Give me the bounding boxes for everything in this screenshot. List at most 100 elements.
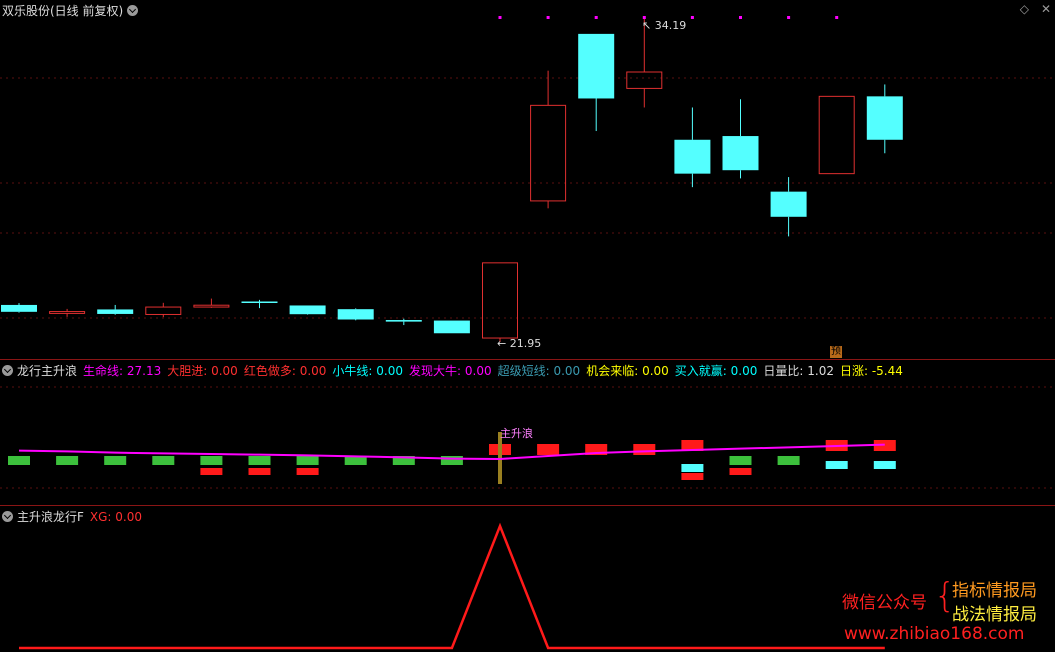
red-box	[296, 468, 319, 475]
candle-body	[337, 309, 374, 320]
watermark-line1: 微信公众号	[842, 593, 927, 613]
panel2-indicator-label: 日量比:	[763, 364, 804, 378]
green-box	[104, 456, 127, 465]
candle-body	[578, 33, 615, 99]
top-mark	[546, 16, 550, 19]
panel2-indicator: 发现大牛: 0.00	[409, 364, 492, 378]
high-price-label: ↖ 34.19	[642, 19, 687, 32]
panel2-indicators: 生命线: 27.13 大胆进: 0.00 红色做多: 0.00 小牛线: 0.00 发现…	[83, 362, 909, 379]
main-panel-header: 双乐股份(日线 前复权)	[2, 2, 142, 19]
chevron-down-icon[interactable]	[2, 511, 13, 522]
watermark-line2b: 战法情报局	[952, 605, 1037, 625]
candle-body	[241, 301, 278, 303]
red-box	[729, 468, 752, 475]
top-mark	[690, 16, 694, 19]
arrow-icon: ↖	[642, 19, 652, 32]
panel2-indicator: 日涨: -5.44	[840, 364, 903, 378]
panel2-indicator-value: -5.44	[868, 364, 903, 378]
panel2-indicator: 超级短线: 0.00	[498, 364, 581, 378]
candle-body	[1, 304, 37, 312]
red-box	[681, 473, 704, 480]
candle-body	[722, 136, 759, 171]
red-box	[248, 468, 271, 475]
candle-body	[97, 309, 134, 314]
panel2-indicator-value: 0.00	[372, 364, 404, 378]
green-box	[152, 456, 175, 465]
green-box	[8, 456, 30, 465]
window-controls: ◇ ✕	[1020, 2, 1051, 16]
green-box	[440, 456, 463, 465]
chevron-down-icon[interactable]	[127, 5, 139, 16]
panel2-indicator-value: 1.02	[803, 364, 834, 378]
watermark-url: www.zhibiao168.com	[844, 624, 1025, 644]
panel2-indicator-label: 红色做多:	[243, 364, 296, 378]
panel2-indicator: 日量比: 1.02	[763, 364, 834, 378]
top-mark	[498, 16, 502, 19]
candle-body	[385, 320, 422, 322]
candle-body	[49, 311, 86, 314]
green-box	[729, 456, 752, 465]
diamond-icon[interactable]: ◇	[1020, 2, 1029, 16]
chevron-down-icon[interactable]	[2, 365, 13, 376]
panel2-indicator-label: 机会来临:	[586, 364, 639, 378]
watermark-line2a: 指标情报局	[952, 581, 1037, 601]
stock-title[interactable]: 双乐股份(日线 前复权)	[2, 2, 123, 19]
cyan-box	[681, 464, 704, 472]
panel2-indicator-value: 0.00	[207, 364, 238, 378]
green-box	[200, 456, 223, 465]
green-box	[248, 456, 271, 465]
top-mark	[739, 16, 742, 19]
candle-body	[674, 139, 711, 174]
panel2-indicator-value: 0.00	[549, 364, 581, 378]
cyan-box	[825, 461, 848, 469]
panel2-indicator-value: 0.00	[461, 364, 492, 378]
panel2-indicator: 大胆进: 0.00	[167, 364, 238, 378]
top-mark	[594, 16, 598, 19]
panel2-indicator-label: 生命线:	[83, 364, 124, 378]
green-box	[56, 456, 79, 465]
candle-body	[818, 95, 855, 175]
panel2-indicator: 生命线: 27.13	[83, 364, 161, 378]
panel2-header: 龙行主升浪 生命线: 27.13 大胆进: 0.00 红色做多: 0.00 小牛线: …	[2, 362, 909, 379]
top-mark	[787, 16, 791, 19]
panel2-indicator-value: 0.00	[726, 364, 758, 378]
panel3-title[interactable]: 主升浪龙行F	[17, 508, 84, 525]
panel2-indicator-label: 日涨:	[839, 364, 869, 378]
candle-body	[482, 262, 518, 339]
candle-body	[193, 304, 230, 308]
panel2-indicator-value: 27.13	[123, 364, 162, 378]
panel2-indicator: 红色做多: 0.00	[244, 364, 327, 378]
red-box	[633, 444, 656, 455]
top-mark	[835, 16, 839, 19]
panel2-indicator: 机会来临: 0.00	[586, 364, 669, 378]
candle-body	[433, 320, 470, 334]
panel2-indicator-label: 发现大牛:	[409, 364, 462, 378]
candle-body	[770, 191, 807, 217]
panel2-indicator: 买入就赢: 0.00	[675, 364, 758, 378]
candle-body	[626, 71, 663, 89]
panel2-indicator-value: 0.00	[295, 364, 327, 378]
panel3-header: 主升浪龙行F XG: 0.00	[2, 508, 148, 525]
candlestick-chart[interactable]	[0, 0, 1055, 360]
close-icon[interactable]: ✕	[1041, 2, 1051, 16]
panel2-indicator: 小牛线: 0.00	[332, 364, 403, 378]
panel2-title[interactable]: 龙行主升浪	[17, 362, 77, 379]
green-box	[777, 456, 800, 465]
panel2-indicator-label: 超级短线:	[497, 364, 550, 378]
arrow-icon: ←	[497, 337, 507, 350]
candle-body	[530, 104, 567, 202]
panel3-indicator-value: 0.00	[111, 509, 143, 524]
low-price-label: ← 21.95	[497, 337, 542, 350]
xg-line	[19, 522, 885, 650]
panel3-indicators: XG: 0.00	[90, 510, 148, 524]
panel2-indicator-value: 0.00	[638, 364, 669, 378]
panel3-indicator-label: XG:	[89, 509, 112, 524]
pre-badge: 预	[830, 346, 842, 358]
panel2-indicator-label: 小牛线:	[332, 364, 373, 378]
candle-body	[289, 305, 326, 315]
panel3-indicator: XG: 0.00	[90, 510, 142, 524]
candle-body	[866, 96, 903, 140]
cyan-box	[873, 461, 896, 469]
signal-label: 主升浪	[500, 427, 533, 440]
candle-body	[145, 306, 182, 315]
